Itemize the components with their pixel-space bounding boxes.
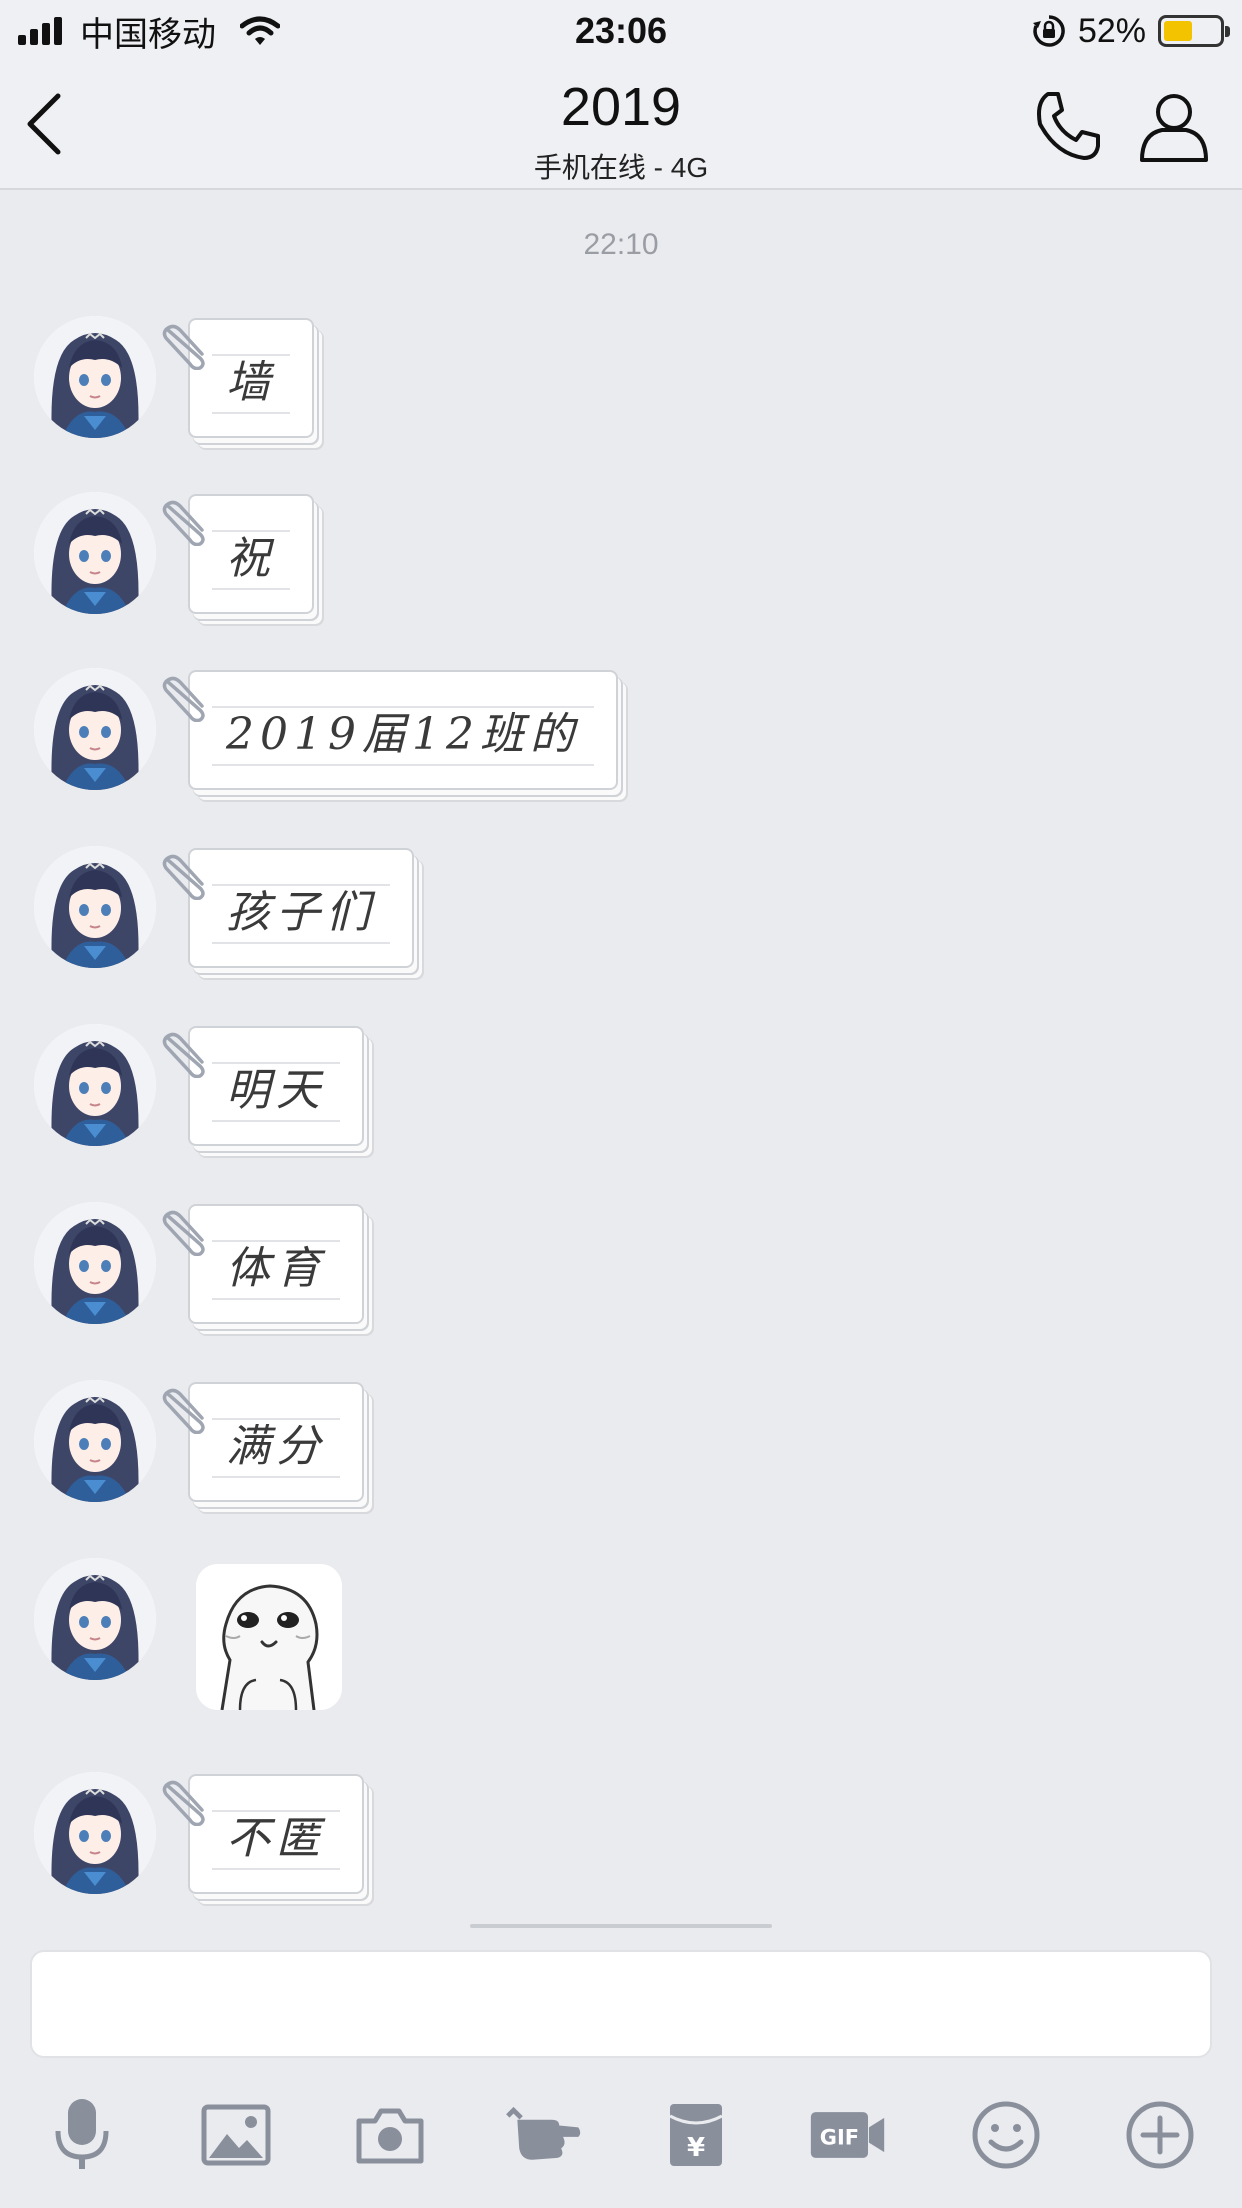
message-bubble[interactable]: 孩子们 [188, 848, 414, 968]
image-button[interactable] [196, 2090, 276, 2180]
message-text: 体育 [226, 1243, 326, 1294]
poke-icon [506, 2106, 581, 2160]
red-packet-button[interactable]: ¥ [656, 2090, 736, 2180]
sender-avatar[interactable] [34, 1380, 156, 1502]
message-bubble[interactable]: 明天 [188, 1026, 364, 1146]
image-icon [201, 2104, 271, 2166]
plus-icon [1126, 2101, 1194, 2169]
message-row: 2019届12班的 [0, 668, 1242, 808]
sender-avatar[interactable] [34, 668, 156, 790]
paperclip-icon [160, 850, 214, 901]
message-timestamp: 22:10 [583, 228, 659, 261]
battery-percent: 52% [1077, 11, 1146, 50]
gif-button[interactable]: GIF [808, 2090, 888, 2180]
paperclip-icon [160, 496, 214, 547]
message-bubble[interactable]: 体育 [188, 1204, 364, 1324]
message-text: 2019届12班的 [226, 709, 580, 760]
profile-icon[interactable] [1136, 88, 1212, 164]
camera-button[interactable] [350, 2090, 430, 2180]
more-button[interactable] [1120, 2090, 1200, 2180]
sender-avatar[interactable] [34, 1202, 156, 1324]
message-row: 满分 [0, 1380, 1242, 1520]
rotation-lock-icon [1032, 15, 1065, 47]
message-text: 孩子们 [226, 887, 376, 938]
message-row: 明天 [0, 1024, 1242, 1164]
gif-icon: GIF [810, 2112, 885, 2158]
message-row [0, 1558, 1242, 1710]
sender-avatar[interactable] [34, 846, 156, 968]
message-input[interactable] [30, 1950, 1212, 2058]
panel-handle[interactable] [470, 1924, 772, 1928]
paperclip-icon [160, 1384, 214, 1435]
sender-avatar[interactable] [34, 1558, 156, 1680]
poke-button[interactable] [504, 2090, 584, 2180]
emoji-icon [972, 2101, 1040, 2169]
status-right: 52% [1032, 10, 1230, 52]
microphone-icon [55, 2099, 109, 2169]
message-text: 不匿 [226, 1813, 326, 1864]
sender-avatar[interactable] [34, 492, 156, 614]
message-text: 祝 [226, 533, 276, 584]
message-row: 祝 [0, 492, 1242, 632]
message-bubble[interactable]: 2019届12班的 [188, 670, 618, 790]
camera-icon [356, 2108, 424, 2164]
chat-area[interactable]: 22:10 墙 祝 2019届12班的 孩子们 明天 体育 满分 不匿 [0, 192, 1242, 1922]
phone-call-icon[interactable] [1030, 88, 1106, 164]
message-text: 墙 [226, 357, 276, 408]
sticker-message[interactable] [196, 1564, 342, 1710]
sender-avatar[interactable] [34, 1772, 156, 1894]
message-row: 墙 [0, 316, 1242, 456]
battery-icon [1158, 15, 1230, 47]
input-toolbar: ¥ GIF [0, 2090, 1242, 2180]
emoji-button[interactable] [966, 2090, 1046, 2180]
paperclip-icon [160, 672, 214, 723]
sender-avatar[interactable] [34, 316, 156, 438]
status-bar: 中国移动 23:06 52% [0, 0, 1242, 62]
paperclip-icon [160, 1206, 214, 1257]
message-row: 孩子们 [0, 846, 1242, 986]
red-packet-icon: ¥ [669, 2104, 723, 2166]
message-bubble[interactable]: 不匿 [188, 1774, 364, 1894]
paperclip-icon [160, 1776, 214, 1827]
paperclip-icon [160, 320, 214, 371]
svg-text:GIF: GIF [820, 2126, 859, 2150]
message-bubble[interactable]: 满分 [188, 1382, 364, 1502]
paperclip-icon [160, 1028, 214, 1079]
sender-avatar[interactable] [34, 1024, 156, 1146]
voice-button[interactable] [42, 2090, 122, 2180]
nav-bar: 2019 手机在线 - 4G [0, 62, 1242, 190]
battery-fill [1164, 21, 1193, 41]
message-row: 不匿 [0, 1772, 1242, 1912]
message-text: 明天 [226, 1065, 326, 1116]
message-text: 满分 [226, 1421, 326, 1472]
svg-text:¥: ¥ [687, 2133, 705, 2163]
message-row: 体育 [0, 1202, 1242, 1342]
